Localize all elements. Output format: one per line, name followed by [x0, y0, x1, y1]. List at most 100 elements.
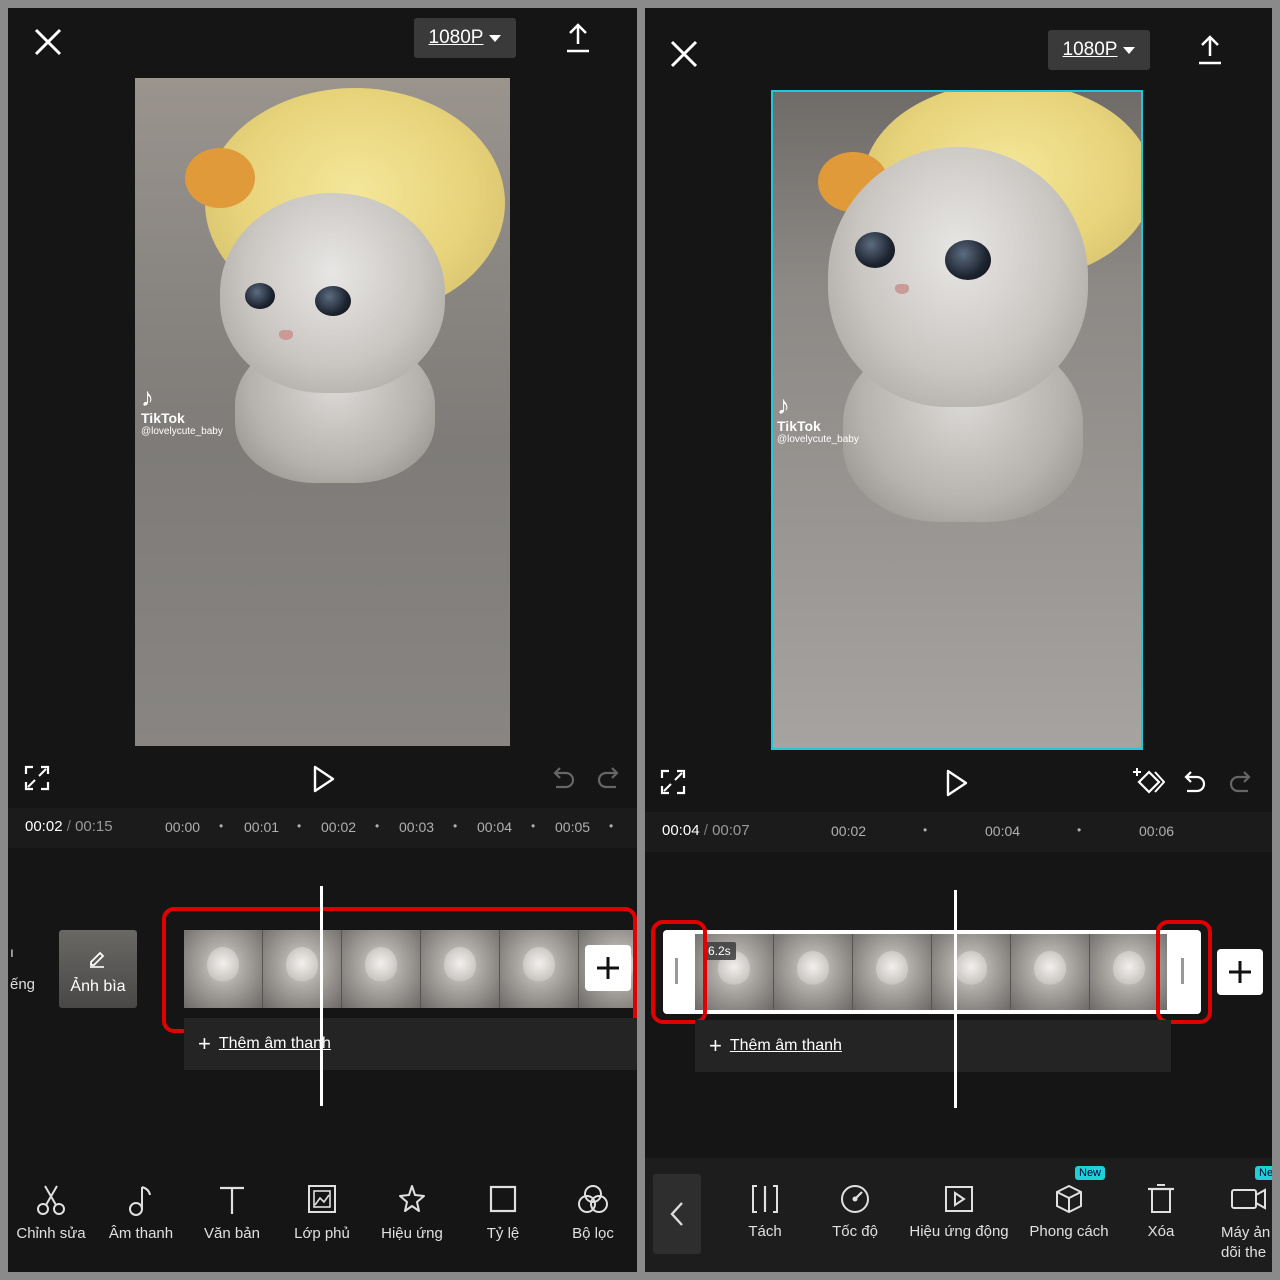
close-icon[interactable] — [668, 38, 700, 70]
tool-effects[interactable]: Hiệu ứng — [372, 1183, 452, 1242]
ruler-dot: • — [531, 819, 536, 833]
split-icon — [752, 1185, 778, 1213]
time-separator: / — [703, 822, 708, 839]
tiktok-watermark: ♪ TikTok @lovelycute_baby — [141, 384, 223, 437]
new-badge: New — [1075, 1166, 1106, 1180]
add-audio-track[interactable]: + Thêm âm thanh — [184, 1018, 637, 1070]
total-time: 00:07 — [712, 822, 750, 839]
ruler-tick: 00:02 — [831, 823, 867, 839]
tool-split-label: Tách — [748, 1223, 782, 1240]
sparkle-star-icon — [399, 1185, 425, 1212]
ruler-tick: 00:04 — [985, 823, 1021, 839]
tool-animation[interactable]: Hiệu ứng động — [903, 1183, 1015, 1240]
highlight-box-red — [162, 907, 637, 1033]
fullscreen-icon[interactable] — [24, 765, 50, 791]
ruler-dot: • — [453, 819, 458, 833]
playhead[interactable] — [954, 890, 957, 1108]
kitten-nose — [279, 330, 293, 340]
ruler-tick: 00:03 — [399, 819, 435, 835]
tool-overlay[interactable]: Lớp phủ — [282, 1183, 362, 1242]
play-icon[interactable] — [945, 769, 969, 797]
resolution-label: 1080P — [1062, 39, 1118, 60]
tool-split[interactable]: Tách — [725, 1183, 805, 1240]
ruler-dot: • — [923, 823, 928, 837]
resolution-label: 1080P — [428, 27, 484, 48]
close-icon[interactable] — [32, 26, 64, 58]
tiktok-watermark: ♪ TikTok @lovelycute_baby — [777, 392, 859, 445]
time-separator: / — [66, 818, 71, 835]
ruler-dot: • — [609, 819, 614, 833]
current-time: 00:02 — [25, 818, 63, 835]
ruler-tick: 00:00 — [165, 819, 201, 835]
clip-thumbnail — [932, 934, 1011, 1010]
tool-text-label: Văn bản — [204, 1225, 260, 1242]
add-clip-button[interactable] — [1217, 949, 1263, 995]
video-preview[interactable]: ♪ TikTok @lovelycute_baby — [135, 78, 510, 746]
fullscreen-icon[interactable] — [660, 769, 686, 795]
plus-icon: + — [709, 1033, 722, 1058]
clip-thumbnail — [774, 934, 853, 1010]
export-icon[interactable] — [564, 22, 592, 54]
animation-play-icon — [945, 1186, 973, 1212]
highlight-box-red-left — [651, 920, 707, 1024]
ruler-tick: 00:06 — [1139, 823, 1175, 839]
add-audio-track[interactable]: + Thêm âm thanh — [695, 1020, 1171, 1072]
watermark-brand: TikTok — [777, 418, 821, 434]
add-audio-label: Thêm âm thanh — [218, 1035, 331, 1052]
kitten-eye-left — [245, 283, 275, 309]
trash-icon — [1148, 1184, 1174, 1213]
tool-audio[interactable]: Âm thanh — [101, 1183, 181, 1242]
scissors-icon — [37, 1185, 65, 1215]
timecode: 00:02 / 00:15 — [25, 818, 113, 835]
chevron-left-icon — [670, 1202, 683, 1226]
aspect-ratio-icon — [489, 1185, 517, 1213]
tool-text[interactable]: Văn bản — [192, 1183, 272, 1242]
total-time: 00:15 — [75, 818, 113, 835]
tool-camera-tracking[interactable]: Máy ản dõi the — [1211, 1183, 1272, 1263]
kitten-nose — [895, 284, 909, 294]
tool-speed[interactable]: Tốc độ — [815, 1183, 895, 1240]
watermark-brand: TikTok — [141, 410, 185, 426]
kitten-eye-left — [855, 232, 895, 268]
dropdown-caret-icon — [1123, 46, 1136, 54]
ruler-tick: 00:01 — [244, 819, 280, 835]
ruler-dot: • — [375, 819, 380, 833]
keyframe-add-icon[interactable] — [1131, 766, 1165, 798]
resolution-button[interactable]: 1080P — [1048, 30, 1150, 70]
editor-panel-left: 1080P ♪ TikTok @lovelycute_baby 00:02 / … — [8, 8, 637, 1272]
play-icon[interactable] — [312, 765, 336, 793]
clip-duration-badge: 6.2s — [703, 942, 736, 960]
back-button[interactable] — [653, 1174, 701, 1254]
cover-button[interactable]: Ảnh bìa — [59, 930, 137, 1008]
tool-delete[interactable]: Xóa — [1121, 1183, 1201, 1240]
tool-ratio[interactable]: Tỷ lệ — [463, 1183, 543, 1242]
tool-camera-label-1: Máy ản — [1221, 1224, 1271, 1241]
tool-ratio-label: Tỷ lệ — [486, 1225, 520, 1242]
video-clip-strip[interactable] — [695, 934, 1167, 1010]
redo-icon[interactable] — [596, 765, 622, 791]
tool-style[interactable]: Phong cách — [1021, 1183, 1117, 1240]
tool-speed-label: Tốc độ — [832, 1223, 878, 1240]
timecode: 00:04 / 00:07 — [662, 822, 750, 839]
tiktok-note-icon: ♪ — [777, 390, 790, 420]
undo-icon[interactable] — [1181, 769, 1207, 795]
tool-filter-label: Bộ lọc — [572, 1225, 614, 1242]
undo-icon[interactable] — [550, 765, 576, 791]
filter-circles-icon — [578, 1185, 608, 1213]
video-preview-selected[interactable]: ♪ TikTok @lovelycute_baby — [771, 90, 1143, 750]
tool-edit[interactable]: Chỉnh sửa — [8, 1183, 94, 1242]
tool-style-label: Phong cách — [1029, 1223, 1109, 1240]
kitten-eye-right — [315, 286, 351, 316]
watermark-handle: @lovelycute_baby — [141, 426, 223, 437]
redo-icon[interactable] — [1228, 769, 1254, 795]
export-icon[interactable] — [1196, 34, 1224, 66]
tool-camera-label-2: dõi the — [1221, 1244, 1267, 1261]
bottom-toolbar: Chỉnh sửa Âm thanh Văn bản Lớp phủ Hiệu … — [8, 1183, 637, 1263]
resolution-button[interactable]: 1080P — [414, 18, 516, 58]
highlight-box-red-right — [1156, 920, 1212, 1024]
text-t-icon — [220, 1186, 244, 1214]
ruler-dot: • — [219, 819, 224, 833]
tool-filter[interactable]: Bộ lọc — [553, 1183, 633, 1242]
dropdown-caret-icon — [489, 34, 502, 42]
playhead[interactable] — [320, 886, 323, 1106]
